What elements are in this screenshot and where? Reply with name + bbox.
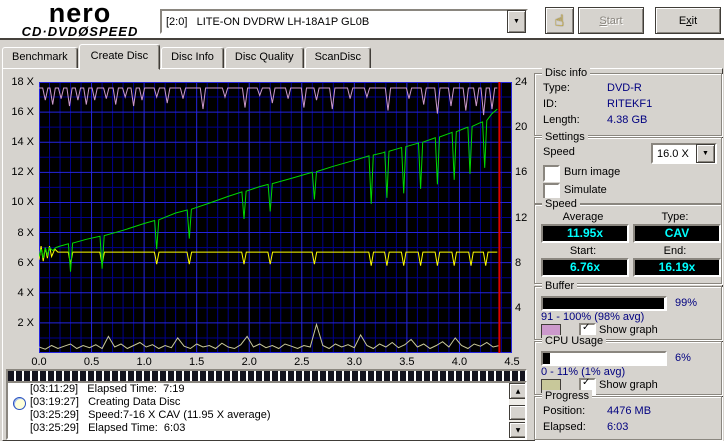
group-title: Speed xyxy=(542,198,580,210)
log-line: [03:19:27] Creating Data Disc xyxy=(8,396,509,410)
x-axis-tick: 3.5 xyxy=(399,356,415,368)
tab-disc-info[interactable]: Disc Info xyxy=(161,47,224,69)
group-title: Settings xyxy=(542,131,588,143)
exit-button[interactable]: Exit xyxy=(655,7,721,34)
speed-lcd-value: 6.76x xyxy=(541,258,629,277)
speed-lcd-value: CAV xyxy=(633,224,721,243)
x-axis-tick: 0.0 xyxy=(31,356,47,368)
group-title: Disc info xyxy=(542,67,591,79)
speed-cell-label: Start: xyxy=(569,245,597,257)
info-row: Length: 4.38 GB xyxy=(543,114,648,126)
log-listbox[interactable]: [03:11:29] Elapsed Time: 7:19 [03:19:27] … xyxy=(6,381,527,440)
cpu-usage-group: CPU Usage 6% 0 - 11% (1% avg) ✓ Show gra… xyxy=(534,335,722,395)
start-button[interactable]: Start xyxy=(578,7,644,34)
burn-image-checkbox[interactable] xyxy=(543,165,560,182)
log-lines: [03:11:29] Elapsed Time: 7:19 [03:19:27] … xyxy=(8,383,509,438)
logo-subtext: CD·DVDØSPEED xyxy=(21,24,139,39)
info-row: Type: DVD-R xyxy=(543,82,642,94)
x-axis-tick: 0.5 xyxy=(83,356,100,368)
x-axis-tick: 1.0 xyxy=(136,356,152,368)
drive-select-dropdown[interactable]: [2:0] LITE-ON DVDRW LH-18A1P GL0B ▼ xyxy=(160,9,528,34)
header-bar: nero CD·DVDØSPEED [2:0] LITE-ON DVDRW LH… xyxy=(0,0,724,40)
hand-icon: ☝ xyxy=(554,11,565,30)
y-axis-right-tick: 20 xyxy=(515,121,528,134)
buffer-range: 91 - 100% (98% avg) xyxy=(541,311,645,323)
series-cpu-usage xyxy=(39,322,500,350)
speed-select-dropdown[interactable]: 16.0 X ▼ xyxy=(651,143,717,164)
y-axis-left-tick: 14 X xyxy=(11,136,34,149)
tab-disc-quality[interactable]: Disc Quality xyxy=(224,47,304,69)
speed-cell-label: Average xyxy=(562,211,604,223)
app-window: nero CD·DVDØSPEED [2:0] LITE-ON DVDRW LH… xyxy=(0,0,724,441)
buffer-percent: 99% xyxy=(675,297,698,309)
scrollbar-thumb[interactable] xyxy=(509,405,525,420)
speed-group: Speed Average 11.95x Type: CAV Start: 6.76x En… xyxy=(534,198,722,284)
disc-info-group: Disc info Type: DVD-R ID: RITEKF1 Length: 4.3… xyxy=(534,67,722,136)
y-axis-left-tick: 6 X xyxy=(17,256,34,269)
group-title: CPU Usage xyxy=(542,335,607,347)
series-buffer-level xyxy=(39,87,498,116)
checkbox-label: Simulate xyxy=(564,184,607,196)
checkbox-label: Burn image xyxy=(564,166,621,178)
chevron-down-icon[interactable]: ▼ xyxy=(696,144,715,163)
speed-cell-label: Type: xyxy=(661,211,689,223)
buffer-group: Buffer 99% 91 - 100% (98% avg) ✓ Show gr… xyxy=(534,280,722,340)
tab-scandisc[interactable]: ScanDisc xyxy=(304,47,372,69)
log-scrollbar[interactable]: ▲ ▼ xyxy=(509,383,525,438)
y-axis-left-tick: 16 X xyxy=(11,106,34,119)
log-line: [03:11:29] Elapsed Time: 7:19 xyxy=(30,383,185,395)
show-graph-label: Show graph xyxy=(599,324,658,336)
logo-text: nero xyxy=(48,0,112,28)
x-axis-tick: 2.5 xyxy=(294,356,310,368)
y-axis-right-tick: 16 xyxy=(515,166,528,179)
show-graph-label: Show graph xyxy=(599,379,658,391)
speed-lcd-value: 16.19x xyxy=(633,258,721,277)
nero-logo: nero CD·DVDØSPEED xyxy=(4,0,156,38)
scroll-up-icon[interactable]: ▲ xyxy=(509,383,525,399)
tab-bar: Benchmark Create Disc Disc Info Disc Qualit… xyxy=(2,44,372,70)
scroll-down-icon[interactable]: ▼ xyxy=(509,422,525,438)
y-axis-left-tick: 12 X xyxy=(11,166,34,179)
progress-group: Progress Position: 4476 MB Elapsed: 6:03 xyxy=(534,390,722,440)
create-disc-panel: 18 X 16 X 14 X 12 X 10 X 8 X 6 X 4 X 2 X 24 20 16 12… xyxy=(2,67,723,441)
y-axis-left-tick: 2 X xyxy=(17,316,34,329)
tab-create-disc[interactable]: Create Disc xyxy=(78,44,161,70)
y-axis-left-tick: 4 X xyxy=(17,286,34,299)
x-axis-tick: 4.0 xyxy=(451,356,468,368)
x-axis-tick: 4.5 xyxy=(504,356,520,368)
speed-chart xyxy=(39,82,512,353)
info-row: Elapsed: 6:03 xyxy=(543,421,629,433)
y-axis-right-tick: 12 xyxy=(515,211,528,224)
cpu-bar xyxy=(541,351,667,366)
y-axis-left-tick: 18 X xyxy=(11,76,34,88)
settings-group: Settings Speed 16.0 X ▼ Burn image Simula… xyxy=(534,131,722,204)
log-line: [03:25:29] Elapsed Time: 6:03 xyxy=(30,422,186,434)
y-axis-right-tick: 4 xyxy=(515,301,522,314)
x-axis-tick: 2.0 xyxy=(241,356,257,368)
x-axis-tick: 1.5 xyxy=(189,356,205,368)
y-axis-right-tick: 24 xyxy=(515,76,528,88)
chevron-down-icon[interactable]: ▼ xyxy=(507,10,526,33)
info-row: ID: RITEKF1 xyxy=(543,98,653,110)
write-options-button[interactable]: ☝ xyxy=(545,7,574,34)
speed-select-value: 16.0 X xyxy=(657,147,689,160)
speed-lcd-value: 11.95x xyxy=(541,224,629,243)
buffer-bar xyxy=(541,296,667,311)
disc-icon: Ø xyxy=(78,24,90,39)
info-row: Position: 4476 MB xyxy=(543,405,652,417)
speed-cell-label: End: xyxy=(663,245,687,257)
y-axis-left-tick: 10 X xyxy=(11,196,34,209)
cpu-percent: 6% xyxy=(675,352,691,364)
group-title: Progress xyxy=(542,390,593,402)
group-title: Buffer xyxy=(542,280,578,292)
tab-benchmark[interactable]: Benchmark xyxy=(2,47,78,69)
speed-label: Speed xyxy=(543,146,575,158)
x-axis-tick: 3.0 xyxy=(346,356,362,368)
log-line: [03:25:29] Speed:7-16 X CAV (11.95 X ave… xyxy=(30,409,271,421)
y-axis-right-tick: 8 xyxy=(515,256,522,269)
drive-select-value: [2:0] LITE-ON DVDRW LH-18A1P GL0B xyxy=(166,15,370,28)
y-axis-left-tick: 8 X xyxy=(17,226,34,239)
